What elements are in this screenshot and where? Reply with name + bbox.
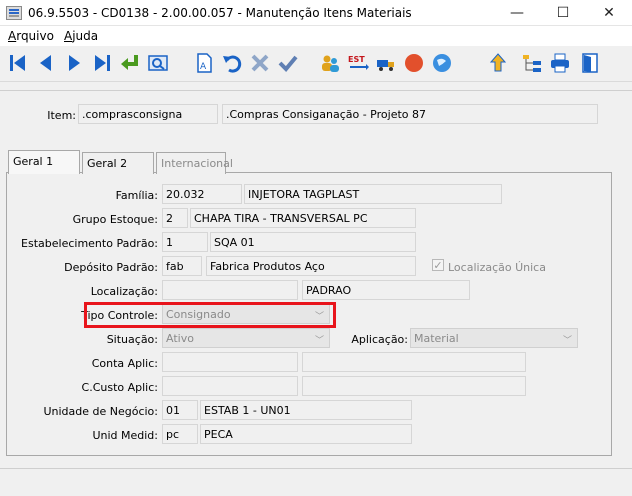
- grupo-estoque-code-field[interactable]: 2: [162, 208, 188, 228]
- localizacao-desc-field[interactable]: PADRAO: [302, 280, 470, 300]
- tab-geral-1[interactable]: Geral 1: [8, 150, 80, 174]
- estabelecimento-label: Estabelecimento Padrão:: [21, 237, 158, 250]
- close-button[interactable]: ✕: [586, 0, 632, 26]
- est-label: EST: [348, 55, 365, 64]
- grupo-estoque-desc-field[interactable]: CHAPA TIRA - TRANSVERSAL PC: [190, 208, 416, 228]
- item-label: Item:: [47, 109, 76, 122]
- highlight-box: [84, 302, 336, 328]
- menu-arquivo-accel: A: [8, 29, 17, 43]
- new-document-icon[interactable]: A: [192, 51, 216, 75]
- deposito-code-field[interactable]: fab: [162, 256, 202, 276]
- situacao-label: Situação:: [106, 333, 158, 346]
- situacao-select[interactable]: Ativo ﹀: [162, 328, 330, 348]
- tab-geral-2[interactable]: Geral 2: [82, 152, 154, 174]
- window-title: 06.9.5503 - CD0138 - 2.00.00.057 - Manut…: [28, 6, 412, 20]
- familia-code-field[interactable]: 20.032: [162, 184, 242, 204]
- localizacao-code-field[interactable]: [162, 280, 298, 300]
- item-description-field[interactable]: .Compras Consiganação - Projeto 87: [222, 104, 598, 124]
- globe-icon[interactable]: [430, 51, 454, 75]
- next-record-icon[interactable]: [62, 51, 86, 75]
- first-record-icon[interactable]: [6, 51, 30, 75]
- familia-label: Família:: [115, 189, 158, 202]
- situacao-value: Ativo: [166, 332, 194, 345]
- tab-internacional[interactable]: Internacional: [156, 152, 233, 174]
- chevron-down-icon: ﹀: [562, 336, 572, 346]
- menu-arquivo-label: rquivo: [16, 29, 54, 43]
- unidade-negocio-desc-field[interactable]: ESTAB 1 - UN01: [200, 400, 412, 420]
- exit-icon[interactable]: [578, 51, 602, 75]
- unidade-negocio-label: Unidade de Negócio:: [43, 405, 158, 418]
- unid-medid-code-field[interactable]: pc: [162, 424, 198, 444]
- estabelecimento-code-field[interactable]: 1: [162, 232, 208, 252]
- undo-icon[interactable]: [220, 51, 244, 75]
- separator: [0, 90, 632, 91]
- stop-icon[interactable]: [402, 51, 426, 75]
- menu-arquivo[interactable]: Arquivo: [8, 29, 54, 43]
- minimize-button[interactable]: —: [494, 0, 540, 26]
- print-icon[interactable]: [548, 51, 572, 75]
- estabelecimento-desc-field[interactable]: SQA 01: [210, 232, 416, 252]
- ccusto-aplic-code-field[interactable]: [162, 376, 298, 396]
- conta-aplic-label: Conta Aplic:: [91, 357, 158, 370]
- aplicacao-label: Aplicação:: [351, 333, 408, 346]
- conta-aplic-code-field[interactable]: [162, 352, 298, 372]
- aplicacao-value: Material: [414, 332, 459, 345]
- unid-medid-desc-field[interactable]: PECA: [200, 424, 412, 444]
- previous-record-icon[interactable]: [34, 51, 58, 75]
- transport-icon[interactable]: [374, 51, 398, 75]
- last-record-icon[interactable]: [90, 51, 114, 75]
- delete-icon[interactable]: [248, 51, 272, 75]
- separator: [0, 468, 632, 469]
- app-icon: [6, 6, 22, 20]
- unid-medid-label: Unid Medid:: [92, 429, 158, 442]
- chevron-down-icon: ﹀: [314, 336, 324, 346]
- conta-aplic-desc-field[interactable]: [302, 352, 526, 372]
- menu-ajuda-label: juda: [72, 29, 99, 43]
- item-code-field[interactable]: .comprasconsigna: [78, 104, 218, 124]
- menu-ajuda-accel: A: [64, 29, 73, 43]
- deposito-label: Depósito Padrão:: [64, 261, 158, 274]
- localizacao-label: Localização:: [90, 285, 158, 298]
- search-icon[interactable]: [146, 51, 170, 75]
- deposito-desc-field[interactable]: Fabrica Produtos Aço: [206, 256, 416, 276]
- confirm-icon[interactable]: [276, 51, 300, 75]
- maximize-button[interactable]: ☐: [540, 0, 586, 26]
- users-icon[interactable]: [318, 51, 342, 75]
- unidade-negocio-code-field[interactable]: 01: [162, 400, 198, 420]
- enter-icon[interactable]: [118, 51, 142, 75]
- est-icon[interactable]: EST: [346, 51, 370, 75]
- svg-text:A: A: [200, 62, 207, 72]
- menu-ajuda[interactable]: Ajuda: [64, 29, 98, 43]
- ccusto-aplic-label: C.Custo Aplic:: [81, 381, 158, 394]
- familia-desc-field[interactable]: INJETORA TAGPLAST: [244, 184, 502, 204]
- localizacao-unica-checkbox[interactable]: ✓: [432, 259, 444, 271]
- tree-icon[interactable]: [520, 51, 544, 75]
- localizacao-unica-label: Localização Única: [448, 261, 546, 274]
- upload-icon[interactable]: [486, 51, 510, 75]
- ccusto-aplic-desc-field[interactable]: [302, 376, 526, 396]
- grupo-estoque-label: Grupo Estoque:: [72, 213, 158, 226]
- aplicacao-select[interactable]: Material ﹀: [410, 328, 578, 348]
